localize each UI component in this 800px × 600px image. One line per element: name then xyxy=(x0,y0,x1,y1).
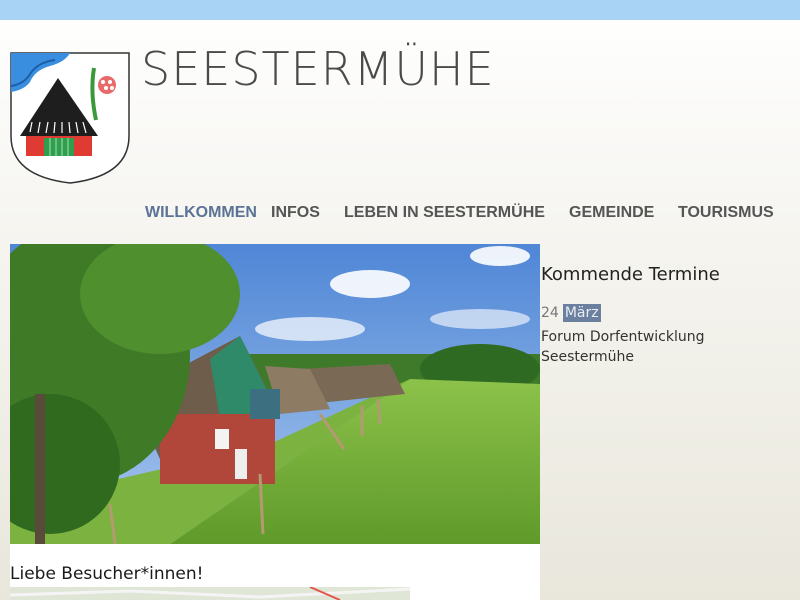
nav-item-willkommen[interactable]: WILLKOMMEN xyxy=(145,204,257,222)
nav-item-infos[interactable]: INFOS xyxy=(271,204,320,222)
site-title[interactable]: SEESTERMÜHE xyxy=(141,42,495,96)
nav-item-tourismus[interactable]: TOURISMUS xyxy=(678,204,774,222)
map-preview[interactable] xyxy=(10,587,410,600)
hero-image-dike-houses xyxy=(10,244,540,544)
main-navigation: WILLKOMMEN INFOS LEBEN IN SEESTERMÜHE GE… xyxy=(0,204,800,224)
event-title-link[interactable]: Forum Dorfentwicklung Seestermühe xyxy=(541,327,791,367)
top-color-bar xyxy=(0,0,800,20)
event-day: 24 xyxy=(541,305,559,321)
municipal-crest-logo[interactable] xyxy=(10,52,130,184)
event-date: 24 März xyxy=(541,304,601,322)
nav-item-leben-in-seestermuehe[interactable]: LEBEN IN SEESTERMÜHE xyxy=(344,204,545,222)
event-month: März xyxy=(562,304,601,322)
nav-item-gemeinde[interactable]: GEMEINDE xyxy=(569,204,654,222)
welcome-heading: Liebe Besucher*innen! xyxy=(10,564,204,584)
upcoming-events-title: Kommende Termine xyxy=(541,264,720,285)
